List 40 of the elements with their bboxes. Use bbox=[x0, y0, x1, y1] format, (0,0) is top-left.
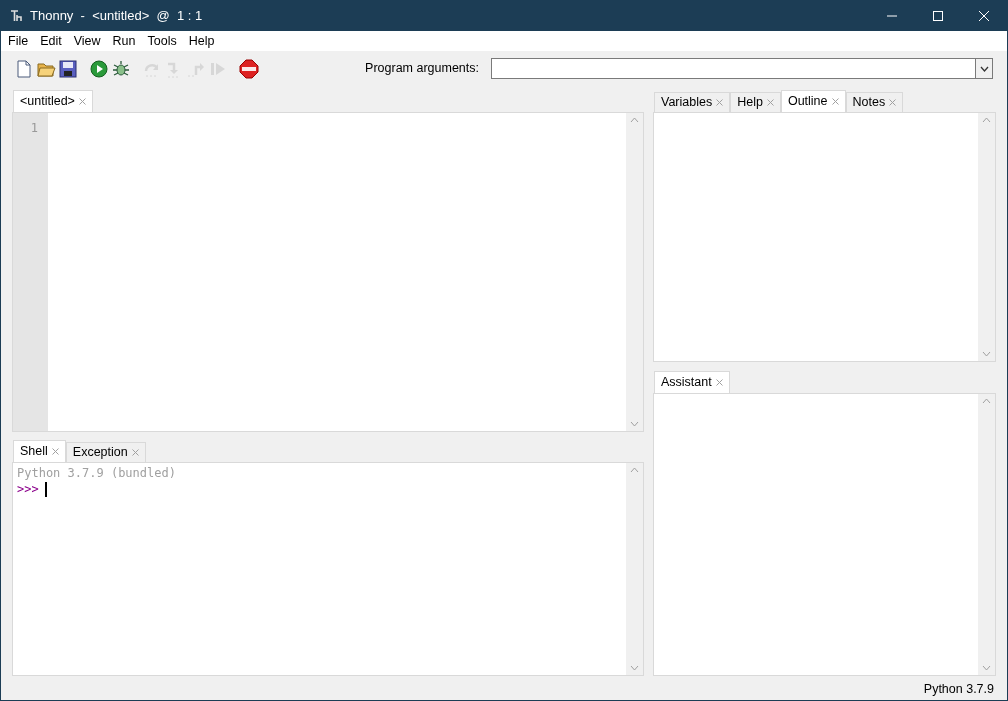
close-icon[interactable] bbox=[715, 379, 723, 386]
program-arguments-label: Program arguments: bbox=[365, 60, 479, 78]
window-title: Thonny - <untitled> @ 1 : 1 bbox=[30, 7, 203, 26]
tab[interactable]: Notes bbox=[845, 92, 904, 112]
tab[interactable]: Outline bbox=[780, 90, 846, 112]
tab[interactable]: <untitled> bbox=[13, 90, 93, 112]
menu-item[interactable]: Help bbox=[182, 31, 221, 51]
menu-item[interactable]: View bbox=[67, 31, 107, 51]
app-logo-icon bbox=[10, 9, 24, 23]
tab[interactable]: Exception bbox=[65, 442, 146, 462]
close-icon[interactable] bbox=[51, 448, 59, 455]
shell-prompt: >>> bbox=[17, 481, 39, 497]
tab[interactable]: Assistant bbox=[654, 371, 730, 393]
vertical-scrollbar[interactable] bbox=[626, 463, 643, 675]
vertical-scrollbar[interactable] bbox=[626, 113, 643, 431]
close-icon[interactable] bbox=[831, 98, 839, 105]
close-icon[interactable] bbox=[78, 98, 86, 105]
tab[interactable]: Variables bbox=[654, 92, 731, 112]
stop-sign-icon[interactable] bbox=[239, 58, 259, 79]
menu-item[interactable]: Tools bbox=[141, 31, 183, 51]
shell-console[interactable]: Python 3.7.9 (bundled) >>> bbox=[12, 462, 644, 676]
menu-item[interactable]: File bbox=[2, 31, 35, 51]
new-file-icon[interactable] bbox=[14, 58, 34, 79]
tab[interactable]: Help bbox=[730, 92, 781, 112]
close-icon[interactable] bbox=[131, 449, 139, 456]
shell-banner-text: Python 3.7.9 (bundled) bbox=[17, 465, 176, 481]
close-icon[interactable] bbox=[889, 99, 897, 106]
play-icon[interactable] bbox=[89, 58, 109, 79]
program-arguments-field[interactable] bbox=[491, 58, 993, 79]
bug-icon[interactable] bbox=[111, 58, 131, 79]
status-text: Python 3.7.9 bbox=[923, 680, 994, 698]
vertical-scrollbar[interactable] bbox=[978, 113, 995, 361]
tab[interactable]: Shell bbox=[13, 440, 66, 462]
close-icon[interactable] bbox=[766, 99, 774, 106]
vertical-scrollbar[interactable] bbox=[978, 394, 995, 675]
menu-item[interactable]: Edit bbox=[34, 31, 68, 51]
menu-item[interactable]: Run bbox=[106, 31, 142, 51]
line-number: 1 bbox=[30, 120, 38, 137]
close-icon[interactable] bbox=[716, 99, 724, 106]
text-cursor bbox=[44, 481, 47, 497]
